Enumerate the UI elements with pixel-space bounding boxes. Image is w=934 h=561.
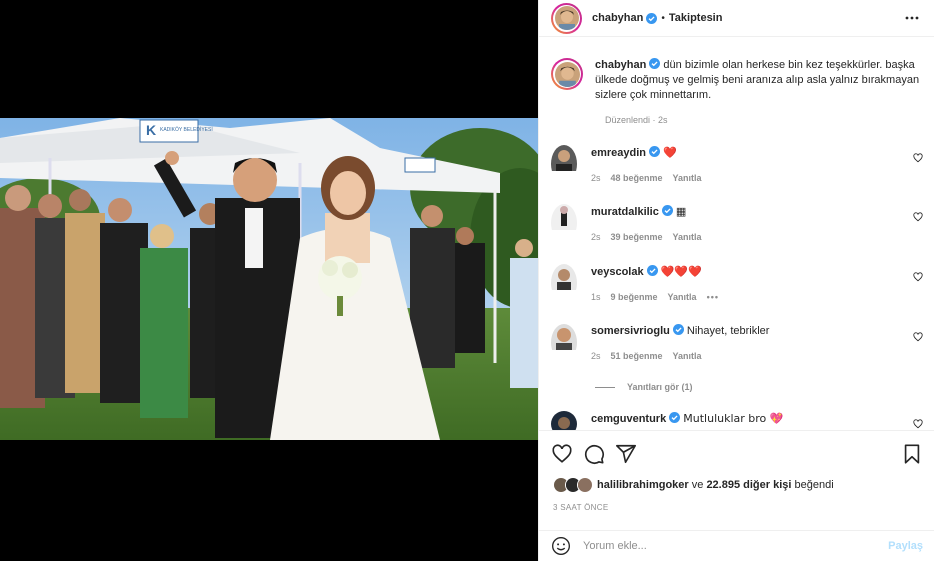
author-username[interactable]: chabyhan [592, 12, 643, 24]
liker-avatars[interactable] [553, 477, 593, 493]
post-modal: K KADIKÖY BELEDİYESİ chabyhan • Takiptes… [0, 0, 934, 561]
comment-item: emreaydin ❤️ 2s 48 beğenme Yanıtla [551, 145, 923, 183]
comment-text: ❤️ [663, 146, 677, 159]
comment-time[interactable]: 1s [591, 292, 601, 302]
comment-text: Mutluluklar bro 💖 [683, 412, 784, 425]
banner-text: KADIKÖY BELEDİYESİ [160, 126, 213, 133]
comment-likes[interactable]: 9 beğenme [611, 292, 658, 302]
comment-avatar[interactable] [551, 145, 577, 183]
comment-like-icon[interactable] [913, 212, 923, 222]
comment-avatar[interactable] [551, 264, 577, 302]
reply-button[interactable]: Yanıtla [673, 351, 702, 361]
likes-suffix: beğendi [791, 479, 834, 491]
bookmark-icon[interactable] [901, 443, 923, 465]
comment-avatar[interactable] [551, 324, 577, 361]
comment-like-icon[interactable] [913, 272, 923, 282]
reply-button[interactable]: Yanıtla [673, 173, 702, 183]
comment-item: cemguventurk Mutluluklar bro 💖 [551, 411, 923, 430]
comment-time[interactable]: 2s [591, 351, 601, 361]
comment-item: veyscolak ❤️❤️❤️ 1s 9 beğenme Yanıtla ••• [551, 264, 923, 302]
verified-badge-icon [661, 205, 673, 216]
reply-button[interactable]: Yanıtla [668, 292, 697, 302]
follow-status[interactable]: Takiptesin [669, 12, 723, 24]
more-options-icon[interactable] [904, 10, 920, 26]
verified-badge-icon [646, 12, 658, 24]
post-side-panel: chabyhan • Takiptesin chabyhan dün bizim… [538, 0, 934, 561]
comment-likes[interactable]: 51 beğenme [611, 351, 663, 361]
liker-avatar[interactable] [577, 477, 593, 493]
post-photo[interactable]: K KADIKÖY BELEDİYESİ [0, 118, 538, 440]
author-avatar[interactable] [554, 6, 579, 30]
author-avatar-ring[interactable] [551, 2, 582, 34]
comment-like-icon[interactable] [913, 153, 923, 163]
post-header: chabyhan • Takiptesin [539, 0, 934, 37]
banner-letter: K [146, 122, 156, 138]
view-replies-button[interactable]: Yanıtları gör (1) [595, 382, 693, 392]
post-media: K KADIKÖY BELEDİYESİ [0, 0, 538, 561]
caption-avatar-ring[interactable] [551, 58, 583, 90]
emoji-icon[interactable] [551, 536, 571, 556]
comment-time[interactable]: 2s [591, 232, 601, 242]
comment-input[interactable] [583, 540, 889, 552]
comment-likes[interactable]: 48 beğenme [611, 173, 663, 183]
separator-dot: • [661, 12, 665, 24]
comment-time[interactable]: 2s [591, 173, 601, 183]
view-replies-label: Yanıtları gör (1) [627, 382, 693, 392]
verified-badge-icon [649, 58, 661, 69]
comment-username[interactable]: muratdalkilic [591, 206, 659, 218]
comment-composer: Paylaş [539, 530, 934, 561]
comment-options-icon[interactable]: ••• [707, 292, 719, 302]
comment-username[interactable]: cemguventurk [591, 413, 666, 425]
verified-badge-icon [646, 265, 658, 276]
comment-like-icon[interactable] [913, 419, 923, 429]
verified-badge-icon [672, 324, 684, 335]
caption-edited-time: Düzenlendi · 2s [605, 115, 668, 125]
reply-button[interactable]: Yanıtla [673, 232, 702, 242]
action-icons-row [539, 431, 934, 467]
comment-username[interactable]: veyscolak [591, 266, 644, 278]
heart-icon[interactable] [551, 443, 573, 465]
post-timestamp[interactable]: 3 SAAT ÖNCE [539, 493, 934, 512]
likes-summary: halilibrahimgoker ve 22.895 diğer kişi b… [539, 467, 934, 493]
comment-text: Nihayet, tebrikler [686, 325, 770, 337]
caption-avatar[interactable] [554, 61, 580, 87]
share-icon[interactable] [615, 443, 637, 465]
comment-item: muratdalkilic ▦ 2s 39 beğenme Yanıtla [551, 204, 923, 242]
replies-divider [595, 386, 615, 388]
comment-icon[interactable] [583, 443, 605, 465]
comment-item: somersivrioglu Nihayet, tebrikler 2s 51 b… [551, 324, 923, 361]
liker-username[interactable]: halilibrahimgoker [597, 479, 689, 491]
comment-text: ▦ [675, 205, 687, 218]
comment-avatar[interactable] [551, 204, 577, 242]
caption-username[interactable]: chabyhan [595, 59, 646, 71]
post-caption: chabyhan dün bizimle olan herkese bin ke… [551, 38, 923, 103]
comment-username[interactable]: somersivrioglu [591, 325, 670, 337]
verified-badge-icon [669, 412, 681, 423]
post-comment-button[interactable]: Paylaş [888, 540, 923, 552]
comment-likes[interactable]: 39 beğenme [611, 232, 663, 242]
post-actions: halilibrahimgoker ve 22.895 diğer kişi b… [539, 430, 934, 531]
comment-text: ❤️❤️❤️ [660, 265, 702, 278]
likes-connector: ve [688, 479, 707, 491]
comments-list[interactable]: chabyhan dün bizimle olan herkese bin ke… [539, 38, 934, 430]
comment-avatar[interactable] [551, 411, 577, 430]
comment-username[interactable]: emreaydin [591, 147, 646, 159]
comment-like-icon[interactable] [913, 332, 923, 342]
likes-count[interactable]: 22.895 diğer kişi [706, 479, 791, 491]
verified-badge-icon [649, 146, 661, 157]
